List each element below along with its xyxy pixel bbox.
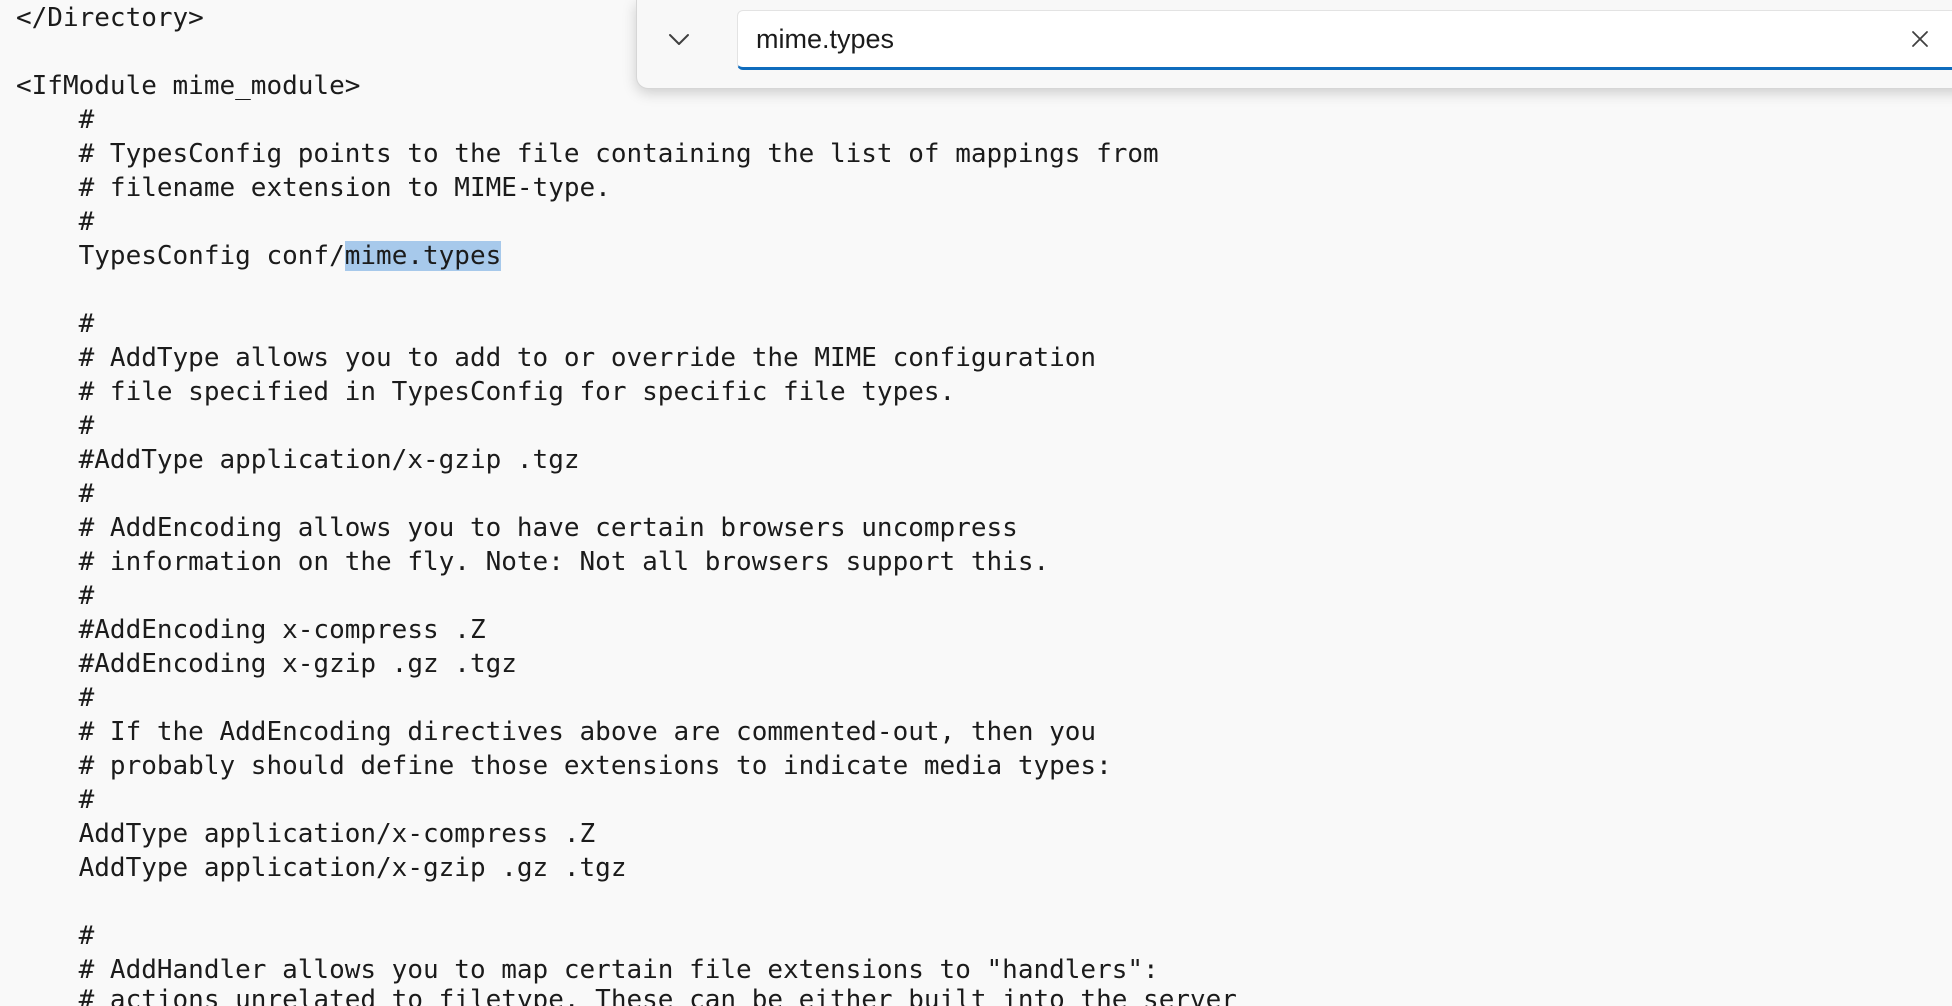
code-line: #: [16, 411, 95, 441]
code-line: <IfModule mime_module>: [16, 71, 361, 101]
chevron-down-icon: [669, 34, 689, 45]
code-line: # TypesConfig points to the file contain…: [16, 139, 1159, 169]
code-line: #: [16, 785, 95, 815]
code-line: #AddEncoding x-gzip .gz .tgz: [16, 649, 517, 679]
code-line: #AddType application/x-gzip .tgz: [16, 445, 580, 475]
code-line: # filename extension to MIME-type.: [16, 173, 611, 203]
code-line: # probably should define those extension…: [16, 751, 1112, 781]
code-line: # AddType allows you to add to or overri…: [16, 343, 1097, 373]
code-line: AddType application/x-gzip .gz .tgz: [16, 853, 627, 883]
code-line: </Directory>: [16, 3, 204, 33]
code-line-with-match: TypesConfig conf/mime.types: [16, 239, 502, 273]
code-line: #: [16, 921, 95, 951]
code-line-text: TypesConfig conf/: [16, 241, 345, 271]
code-line: #: [16, 581, 95, 611]
close-icon: [1912, 31, 1928, 47]
toggle-replace-button[interactable]: [659, 20, 699, 60]
code-line: #: [16, 105, 95, 135]
clear-search-button[interactable]: [1902, 21, 1938, 57]
code-line: #: [16, 479, 95, 509]
code-line: # AddHandler allows you to map certain f…: [16, 955, 1159, 985]
text-editor[interactable]: </Directory> <IfModule mime_module> # # …: [0, 0, 1952, 1006]
code-line: # actions unrelated to filetype. These c…: [16, 985, 1237, 1006]
code-line: #AddEncoding x-compress .Z: [16, 615, 486, 645]
search-match-highlight: mime.types: [344, 241, 502, 271]
code-line: AddType application/x-compress .Z: [16, 819, 596, 849]
code-line: # file specified in TypesConfig for spec…: [16, 377, 956, 407]
code-line: #: [16, 309, 95, 339]
code-line: #: [16, 207, 95, 237]
code-line: # information on the fly. Note: Not all …: [16, 547, 1050, 577]
find-panel: [636, 0, 1952, 89]
code-line: # If the AddEncoding directives above ar…: [16, 717, 1097, 747]
code-line: # AddEncoding allows you to have certain…: [16, 513, 1018, 543]
find-input[interactable]: [756, 19, 1856, 59]
find-field: [737, 10, 1952, 70]
code-line: #: [16, 683, 95, 713]
